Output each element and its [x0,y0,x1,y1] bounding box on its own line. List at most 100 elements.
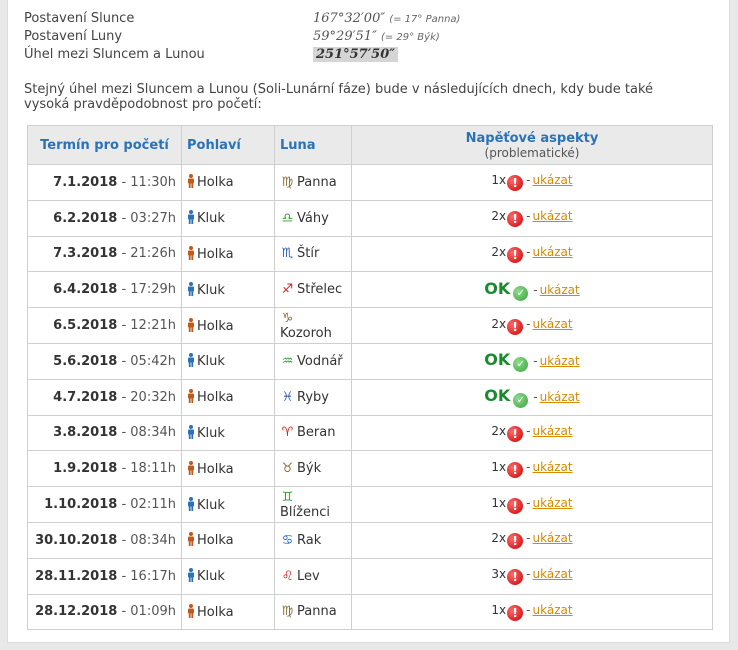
gender-cell: Kluk [181,414,275,452]
exclamation-icon: ! [507,569,524,586]
aspect-count: 1x [491,173,507,188]
moon-position-note: (= 29° Býk) [380,32,440,43]
moon-sign-cell: ♒ Vodnář [274,342,352,380]
gender-cell: Holka [181,307,275,344]
show-aspects-link[interactable]: ukázat [533,567,573,581]
table-row: 6.5.2018 - 12:21h Holka ♑Kozoroh 2x! - ukázat [27,307,713,344]
moon-sign-label: Panna [297,604,337,620]
moon-position-label: Postavení Luny [24,29,123,44]
exclamation-icon: ! [507,246,524,263]
gender-label: Holka [197,246,234,262]
moon-sign-cell: ♊Blíženci [274,486,352,523]
moon-sign-label: Střelec [297,282,343,298]
moon-sign-label: Ryby [297,389,329,405]
exclamation-icon: ! [507,318,524,335]
date-value: 1.9.2018 [53,461,118,477]
moon-value-text: 59°29′51″ [313,29,377,44]
table-row: 3.8.2018 - 08:34h Kluk ♈ Beran 2x! - ukázat [27,414,713,452]
moon-position-value: 59°29′51″ (= 29° Býk) [313,29,440,44]
aspects-cell: 2x! - ukázat [351,307,713,344]
aspects-cell: 2x! - ukázat [351,235,713,273]
sun-position-note: (= 17° Panna) [389,14,461,25]
moon-sign-cell: ♎ Váhy [274,199,352,237]
angle-row: Úhel mezi Sluncem a Lunou 251°57′50″ [24,47,624,65]
gender-cell: Kluk [181,199,275,237]
table-body: 7.1.2018 - 11:30h Holka ♍ Panna 1x! - ukázat 6.… [27,164,713,631]
show-aspects-link[interactable]: ukázat [533,531,573,545]
time-value: - 08:34h [117,532,176,548]
moon-sign-label: Kozoroh [280,325,332,341]
person-icon [188,603,194,618]
moon-sign-label: Blíženci [280,504,330,520]
date-cell: 1.9.2018 - 18:11h [27,450,182,488]
show-aspects-link[interactable]: ukázat [533,173,573,187]
separator-dash: - [533,282,538,297]
gender-label: Holka [197,533,234,549]
table-row: 7.3.2018 - 21:26h Holka ♏ Štír 2x! - ukázat [27,235,713,273]
gender-cell: Kluk [181,271,275,309]
date-value: 7.1.2018 [53,174,118,190]
person-icon [188,568,194,583]
ok-status: OK [484,278,511,298]
aspect-count: 2x [491,209,507,224]
time-value: - 02:11h [117,497,176,513]
ok-status: OK [484,350,511,370]
gender-cell: Holka [181,378,275,416]
show-aspects-link[interactable]: ukázat [540,354,580,368]
show-aspects-link[interactable]: ukázat [540,390,580,404]
zodiac-sign-icon: ♏ [281,246,294,262]
date-cell: 7.1.2018 - 11:30h [27,164,182,201]
time-value: - 12:21h [117,318,176,334]
table-row: 7.1.2018 - 11:30h Holka ♍ Panna 1x! - ukázat [27,164,713,201]
show-aspects-link[interactable]: ukázat [533,317,573,331]
table-row: 4.7.2018 - 20:32h Holka ♓ Ryby OK ✓ - ukázat [27,378,713,416]
header-date: Termín pro početí [27,125,182,165]
table-row: 28.11.2018 - 16:17h Kluk ♌ Lev 3x! - ukázat [27,557,713,595]
header-aspects: Napěťové aspekty (problematické) [351,125,713,165]
moon-position-row: Postavení Luny 59°29′51″ (= 29° Býk) [24,29,624,47]
show-aspects-link[interactable]: ukázat [533,245,573,259]
exclamation-icon: ! [507,211,524,228]
separator-dash: - [526,531,531,546]
sun-position-label: Postavení Slunce [24,11,135,26]
gender-cell: Holka [181,164,275,201]
separator-dash: - [533,354,538,369]
show-aspects-link[interactable]: ukázat [533,209,573,223]
zodiac-sign-icon: ♍ [281,604,294,620]
separator-dash: - [526,244,531,259]
moon-sign-label: Panna [297,174,337,190]
time-value: - 16:17h [117,568,176,584]
aspects-cell: 1x! - ukázat [351,593,713,631]
person-icon [188,496,194,511]
content-panel: Postavení Slunce 167°32′00″ (= 17° Panna)… [7,0,730,643]
date-value: 28.12.2018 [35,604,118,620]
separator-dash: - [526,459,531,474]
table-row: 6.4.2018 - 17:29h Kluk ♐ Střelec OK ✓ - ukázat [27,271,713,309]
aspect-count: 2x [491,244,507,259]
show-aspects-link[interactable]: ukázat [533,424,573,438]
zodiac-sign-icon: ♐ [281,282,294,298]
show-aspects-link[interactable]: ukázat [533,603,573,617]
zodiac-sign-icon: ♊ [281,489,294,505]
show-aspects-link[interactable]: ukázat [540,283,580,297]
separator-dash: - [533,390,538,405]
ok-status: OK [484,386,511,406]
gender-cell: Kluk [181,486,275,523]
time-value: - 03:27h [117,210,176,226]
gender-cell: Holka [181,450,275,488]
zodiac-sign-icon: ♑ [281,310,294,326]
zodiac-sign-icon: ♎ [281,210,294,226]
date-value: 28.11.2018 [35,568,118,584]
time-value: - 05:42h [117,353,176,369]
date-cell: 4.7.2018 - 20:32h [27,378,182,416]
aspects-cell: 2x! - ukázat [351,521,713,559]
time-value: - 01:09h [117,604,176,620]
show-aspects-link[interactable]: ukázat [533,496,573,510]
sun-value-text: 167°32′00″ [313,11,386,26]
zodiac-sign-icon: ♉ [281,461,294,477]
exclamation-icon: ! [507,497,524,514]
date-value: 3.8.2018 [53,425,118,441]
show-aspects-link[interactable]: ukázat [533,460,573,474]
person-icon [188,210,194,225]
moon-sign-cell: ♑Kozoroh [274,307,352,344]
